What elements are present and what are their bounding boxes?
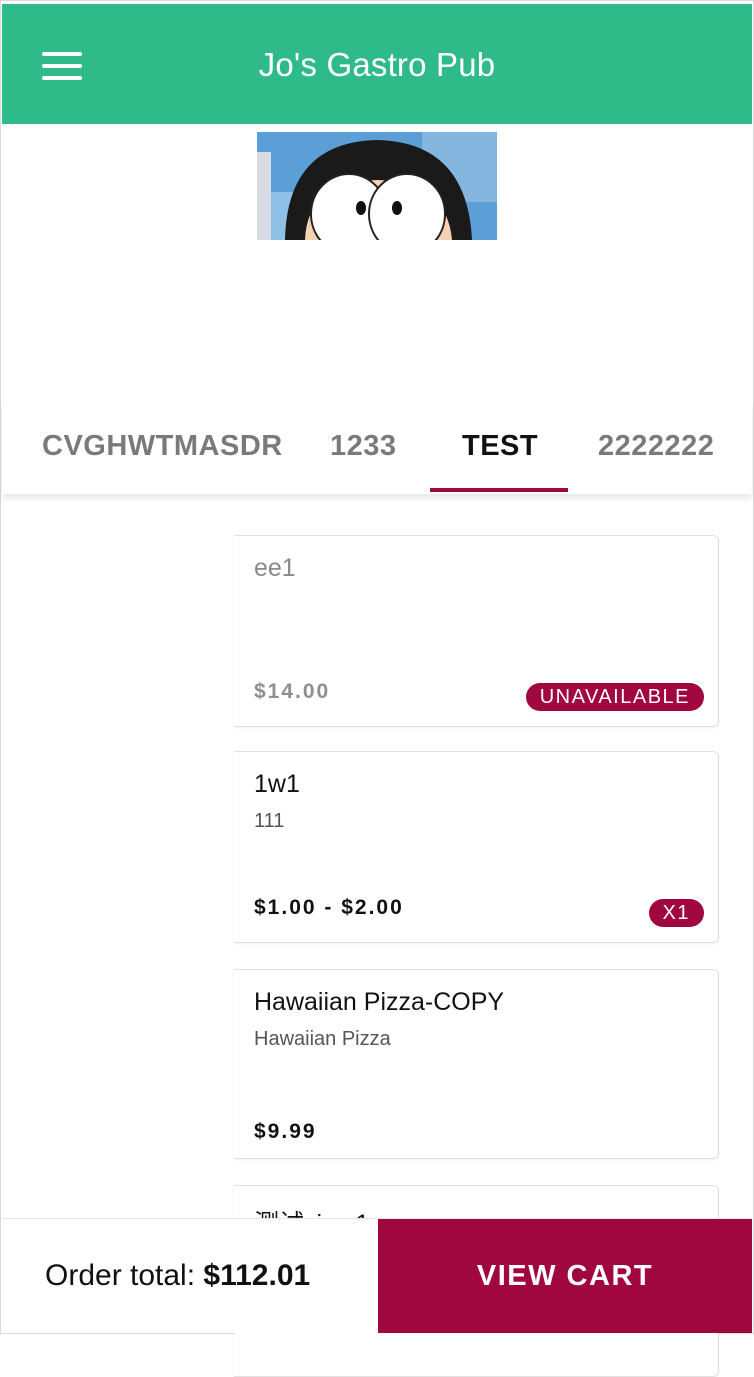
active-tab-indicator	[430, 488, 568, 492]
page-title: Jo's Gastro Pub	[258, 46, 496, 83]
restaurant-banner-image	[257, 132, 497, 240]
item-price: $9.99	[254, 1120, 317, 1143]
item-price: $14.00	[254, 680, 331, 703]
order-footer: Order total: $112.01 VIEW CART	[2, 1218, 752, 1333]
menu-item-card[interactable]: Hawaiian Pizza-COPY Hawaiian Pizza $9.99	[234, 969, 719, 1159]
item-price: $1.00 - $2.00	[254, 896, 404, 919]
unavailable-badge: UNAVAILABLE	[525, 683, 704, 711]
item-name: 1w1	[254, 770, 300, 798]
cart-quantity-badge: X1	[648, 899, 704, 927]
menu-item-card[interactable]: ee1 $14.00 UNAVAILABLE	[234, 535, 719, 727]
item-name: Hawaiian Pizza-COPY	[254, 988, 505, 1016]
tab-cvghwtmasdr[interactable]: CVGHWTMASDR	[42, 402, 283, 494]
item-name: ee1	[254, 554, 296, 582]
app-bar: Jo's Gastro Pub	[2, 4, 752, 124]
tab-test[interactable]: TEST	[462, 402, 538, 494]
item-description: 111	[254, 810, 285, 832]
view-cart-button[interactable]: VIEW CART	[378, 1219, 752, 1333]
order-total-value: $112.01	[203, 1259, 311, 1292]
category-tabs: CVGHWTMASDR 1233 TEST 2222222	[2, 402, 752, 494]
item-description: Hawaiian Pizza	[254, 1028, 391, 1050]
order-total-label: Order total:	[45, 1259, 196, 1292]
menu-item-card[interactable]: 1w1 111 $1.00 - $2.00 X1	[234, 751, 719, 943]
tab-2222222[interactable]: 2222222	[598, 402, 714, 494]
order-total: Order total: $112.01	[45, 1259, 310, 1293]
tab-1233[interactable]: 1233	[330, 402, 397, 494]
